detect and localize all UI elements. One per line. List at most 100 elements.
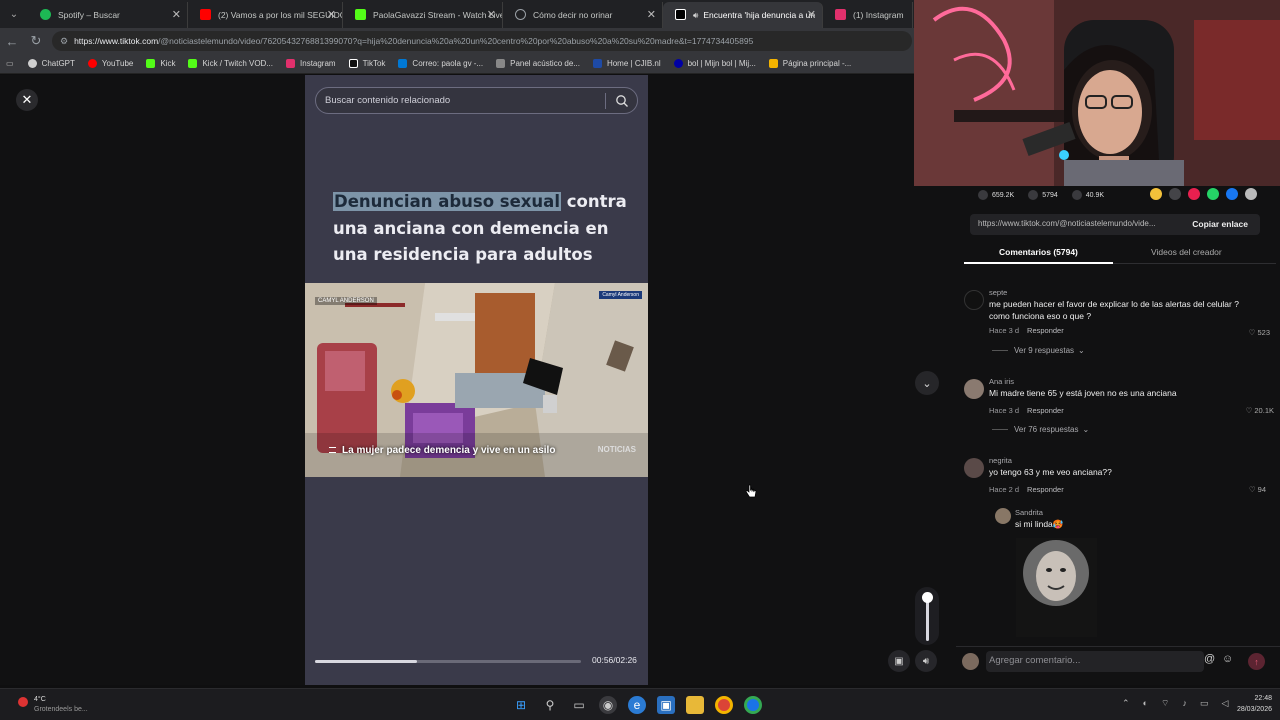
sidebar-toggle-icon[interactable]: ▭: [6, 59, 14, 68]
search-placeholder: Buscar contenido relacionado: [325, 95, 451, 106]
tab-search-chevron-icon[interactable]: ⌄: [0, 0, 28, 28]
file-explorer-icon[interactable]: [686, 696, 704, 714]
instagram-icon: [286, 59, 296, 68]
tab-close-icon[interactable]: ✕: [487, 8, 496, 21]
speaker-icon[interactable]: 🔊︎: [915, 650, 937, 672]
bookmark-kick[interactable]: Kick: [146, 59, 175, 68]
tab-close-icon[interactable]: ✕: [807, 8, 816, 21]
bookmark-tiktok[interactable]: TikTok: [348, 59, 385, 68]
back-arrow-icon[interactable]: ←: [0, 28, 24, 54]
forward-icon[interactable]: [1245, 188, 1257, 200]
picture-in-picture-icon[interactable]: ▣: [888, 650, 910, 672]
bookmark-youtube[interactable]: YouTube: [87, 59, 133, 68]
bookmark-bol[interactable]: bol | Mijn bol | Mij...: [673, 59, 756, 68]
microphone-icon[interactable]: ♪: [1182, 698, 1187, 709]
bookmark-panel[interactable]: Panel acústico de...: [496, 59, 580, 68]
speaker-icon[interactable]: ◁: [1221, 698, 1228, 709]
tab-close-icon[interactable]: ✕: [327, 8, 336, 21]
monitor-icon[interactable]: ▭: [1200, 698, 1209, 709]
reply-username[interactable]: Sandrita: [1015, 508, 1043, 517]
next-video-chevron-icon[interactable]: ⌄: [915, 371, 939, 395]
tab-search[interactable]: Cómo decir no orinar ✕: [503, 2, 663, 28]
video-frame[interactable]: CAMYL ANDERSON Camyl Anderson La mujer p…: [305, 283, 648, 477]
tab-tiktok[interactable]: 🔊︎ Encuentra 'hija denuncia a un ✕: [663, 2, 823, 28]
speaker-icon[interactable]: 🔊︎: [693, 10, 698, 21]
bookmark-cjib[interactable]: Home | CJIB.nl: [592, 59, 661, 68]
chrome-profile-icon[interactable]: [744, 696, 762, 714]
tab-youtube[interactable]: (2) Vamos a por los mil SEGUIDORES ✕: [188, 2, 343, 28]
reply-button[interactable]: Responder: [1027, 326, 1064, 335]
instagram-icon: [835, 9, 846, 20]
video-headline: Denuncian abuso sexual contra una ancian…: [333, 189, 633, 269]
tab-comments[interactable]: Comentarios (5794): [999, 247, 1078, 257]
copy-link-button[interactable]: Copiar enlace: [1192, 219, 1248, 229]
wifi-icon[interactable]: ⌔: [1161, 698, 1169, 709]
tab-creator-videos[interactable]: Videos del creador: [1151, 247, 1222, 257]
store-icon[interactable]: ▣: [657, 696, 675, 714]
view-replies-button[interactable]: Ver 76 respuestas ⌄: [992, 425, 1089, 434]
task-view-icon[interactable]: ▭: [570, 696, 588, 714]
tab-kick[interactable]: PaolaGavazzi Stream - Watch Live ✕: [343, 2, 503, 28]
chevron-down-icon: ⌄: [1078, 346, 1085, 355]
coin-icon[interactable]: [1150, 188, 1162, 200]
bookmark-kick-twitch[interactable]: Kick / Twitch VOD...: [188, 59, 273, 68]
chrome-icon[interactable]: [715, 696, 733, 714]
avatar[interactable]: [964, 290, 984, 310]
reply-button[interactable]: Responder: [1027, 485, 1064, 494]
post-comment-button[interactable]: ↑: [1248, 653, 1265, 670]
caption-bars-icon: [329, 447, 336, 453]
like-count: 94: [1257, 485, 1266, 494]
save-stat[interactable]: 40.9K: [1071, 190, 1104, 200]
comment-stat[interactable]: 5794: [1028, 190, 1058, 200]
comment-username[interactable]: septe: [989, 288, 1007, 297]
avatar[interactable]: [964, 379, 984, 399]
share-app-icon[interactable]: [1188, 188, 1200, 200]
bookmark-chatgpt[interactable]: ChatGPT: [27, 59, 75, 68]
embed-icon[interactable]: [1169, 188, 1181, 200]
volume-slider[interactable]: [915, 587, 939, 645]
cjib-icon: [592, 59, 602, 68]
edge-icon[interactable]: e: [628, 696, 646, 714]
whatsapp-icon[interactable]: [1207, 188, 1219, 200]
comment-likes[interactable]: ♡ 20.1K: [1246, 406, 1274, 415]
comment-item: Ana iris Mi madre tiene 65 y está joven …: [964, 377, 1276, 417]
like-stat[interactable]: 659.2K: [978, 190, 1014, 200]
clock[interactable]: 22:48 28/03/2026: [1237, 693, 1272, 715]
view-replies-button[interactable]: Ver 9 respuestas ⌄: [992, 346, 1085, 355]
emoji-icon[interactable]: ☺: [1222, 653, 1233, 665]
reply-button[interactable]: Responder: [1027, 406, 1064, 415]
comment-likes[interactable]: ♡ 94: [1249, 485, 1266, 494]
volume-knob[interactable]: [922, 592, 933, 603]
comment-username[interactable]: negrita: [989, 456, 1012, 465]
app-icon[interactable]: ◉: [599, 696, 617, 714]
chevron-up-icon[interactable]: ⌃: [1122, 698, 1130, 709]
url-field[interactable]: ⚙ https://www.tiktok.com /@noticiastelem…: [52, 31, 912, 51]
tab-spotify[interactable]: Spotify – Buscar ✕: [28, 2, 188, 28]
tray-app-icon[interactable]: ◐: [1143, 698, 1148, 709]
comment-username[interactable]: Ana iris: [989, 377, 1014, 386]
tab-close-icon[interactable]: ✕: [172, 8, 181, 21]
bookmark-pagina[interactable]: Página principal -...: [768, 59, 851, 68]
facebook-icon[interactable]: [1226, 188, 1238, 200]
windows-start-icon[interactable]: ⊞: [512, 696, 530, 714]
bookmark-icon[interactable]: [1071, 190, 1082, 200]
close-icon[interactable]: ✕: [16, 89, 38, 111]
mention-icon[interactable]: @: [1204, 653, 1215, 665]
bookmark-correo[interactable]: Correo: paola gv -...: [398, 59, 483, 68]
weather-widget[interactable]: 4°C Grotendeels be...: [14, 694, 114, 716]
heart-icon[interactable]: [978, 190, 988, 200]
comment-likes[interactable]: ♡ 523: [1249, 328, 1270, 337]
tab-close-icon[interactable]: ✕: [647, 8, 656, 21]
avatar[interactable]: [964, 458, 984, 478]
site-info-icon[interactable]: ⚙: [60, 36, 68, 47]
bookmark-instagram[interactable]: Instagram: [286, 59, 336, 68]
related-search-input[interactable]: Buscar contenido relacionado: [315, 87, 638, 114]
reload-icon[interactable]: ↻: [24, 28, 48, 54]
search-icon[interactable]: ⚲: [541, 696, 559, 714]
video-link: https://www.tiktok.com/@noticiastelemund…: [978, 219, 1156, 228]
tab-instagram[interactable]: (1) Instagram: [823, 2, 913, 28]
avatar[interactable]: [995, 508, 1011, 524]
search-icon[interactable]: [615, 94, 629, 108]
comment-bubble-icon[interactable]: [1028, 190, 1039, 200]
video-progress-bar[interactable]: [315, 660, 581, 663]
